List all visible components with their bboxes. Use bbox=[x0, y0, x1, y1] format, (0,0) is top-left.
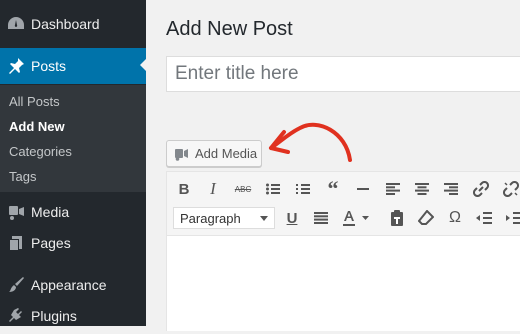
editor-toolbar: B I ABC “ Paragraph U Ω bbox=[167, 172, 520, 236]
plug-icon bbox=[6, 306, 26, 326]
chevron-down-icon bbox=[260, 216, 268, 221]
posts-submenu: All Posts Add New Categories Tags bbox=[0, 85, 146, 192]
menu-item-label: Media bbox=[31, 204, 70, 220]
pin-icon bbox=[6, 56, 26, 76]
add-media-button[interactable]: Add Media bbox=[166, 140, 262, 167]
brush-icon bbox=[6, 275, 26, 295]
add-media-icon bbox=[174, 147, 190, 161]
editor-content-area[interactable] bbox=[167, 236, 520, 331]
justify-icon[interactable] bbox=[310, 207, 332, 229]
strikethrough-icon[interactable]: ABC bbox=[232, 178, 254, 200]
red-arrow-annotation bbox=[269, 122, 352, 162]
submenu-all-posts[interactable]: All Posts bbox=[9, 94, 60, 109]
menu-item-pages[interactable]: Pages bbox=[0, 225, 146, 261]
horizontal-rule-icon[interactable] bbox=[352, 178, 374, 200]
numbered-list-icon[interactable] bbox=[292, 178, 314, 200]
underline-icon[interactable]: U bbox=[281, 207, 303, 229]
blockquote-icon[interactable]: “ bbox=[322, 176, 344, 201]
menu-item-label: Posts bbox=[31, 58, 67, 74]
clear-formatting-icon[interactable] bbox=[415, 207, 437, 229]
format-select-value: Paragraph bbox=[180, 210, 241, 226]
dashboard-icon bbox=[6, 14, 26, 34]
admin-sidebar: Dashboard Posts All Posts Add New Catego… bbox=[0, 0, 148, 326]
align-center-icon[interactable] bbox=[411, 178, 433, 200]
active-menu-arrow bbox=[140, 57, 148, 73]
menu-item-dashboard[interactable]: Dashboard bbox=[0, 6, 146, 42]
submenu-add-new[interactable]: Add New bbox=[9, 119, 65, 134]
align-left-icon[interactable] bbox=[382, 178, 404, 200]
indent-icon[interactable] bbox=[503, 207, 520, 229]
outdent-icon[interactable] bbox=[473, 207, 495, 229]
unlink-icon[interactable] bbox=[500, 178, 520, 200]
italic-icon[interactable]: I bbox=[202, 178, 224, 200]
link-icon[interactable] bbox=[470, 178, 492, 200]
media-icon bbox=[6, 202, 26, 222]
add-media-label: Add Media bbox=[195, 146, 258, 161]
menu-item-posts[interactable]: Posts bbox=[0, 48, 146, 84]
align-right-icon[interactable] bbox=[440, 178, 462, 200]
bold-icon[interactable]: B bbox=[173, 178, 195, 200]
menu-item-plugins[interactable]: Plugins bbox=[0, 298, 146, 334]
special-character-icon[interactable]: Ω bbox=[444, 207, 466, 229]
submenu-categories[interactable]: Categories bbox=[9, 144, 72, 159]
text-color-icon[interactable] bbox=[339, 207, 373, 229]
post-title-input[interactable] bbox=[166, 56, 520, 92]
submenu-tags[interactable]: Tags bbox=[9, 169, 36, 184]
pages-icon bbox=[6, 233, 26, 253]
bullet-list-icon[interactable] bbox=[262, 178, 284, 200]
post-editor: B I ABC “ Paragraph U Ω bbox=[166, 171, 520, 331]
format-select[interactable]: Paragraph bbox=[173, 207, 275, 229]
menu-item-label: Dashboard bbox=[31, 16, 100, 32]
paste-text-icon[interactable] bbox=[386, 207, 408, 229]
page-title: Add New Post bbox=[166, 18, 293, 40]
menu-item-label: Plugins bbox=[31, 308, 77, 324]
menu-item-label: Appearance bbox=[31, 277, 107, 293]
menu-item-label: Pages bbox=[31, 235, 71, 251]
